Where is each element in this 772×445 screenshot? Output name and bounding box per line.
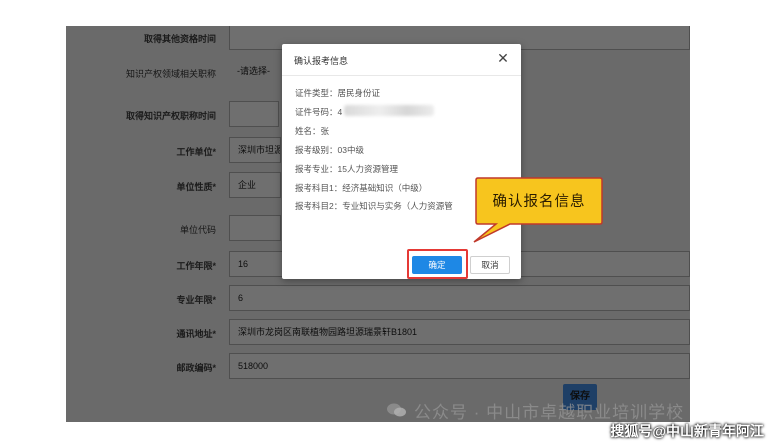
info-specialty: 报考专业：15人力资源管理 (295, 164, 398, 174)
form-label: 单位代码 (179, 225, 216, 235)
info-subject-1: 报考科目1：经济基础知识（中级） (295, 183, 428, 193)
ip-title-time-field[interactable] (229, 101, 279, 127)
screen: 取得其他资格时间 知识产权领域相关职称 -请选择- 取得知识产权职称时间 工作单… (0, 0, 772, 445)
corner-watermark: 搜狐号@中山新青年阿江 (610, 423, 764, 439)
form-label: 取得知识产权职称时间 (125, 111, 216, 121)
form-label: 单位性质* (176, 182, 216, 192)
info-level: 报考级别：03中级 (295, 145, 364, 155)
form-label: 工作单位* (176, 147, 216, 157)
confirm-button[interactable]: 确定 (412, 256, 462, 274)
watermark-text: 公众号 · 中山市卓越职业培训学校 (414, 403, 685, 422)
professional-years-field[interactable]: 6 (229, 285, 690, 311)
close-icon[interactable]: ✕ (495, 50, 511, 66)
info-subject-2: 报考科目2：专业知识与实务（人力资源管 (295, 201, 453, 211)
info-name: 姓名：张 (295, 126, 330, 136)
form-label: 工作年限* (176, 261, 216, 271)
callout-text: 确认报名信息 (492, 194, 586, 210)
postcode-field[interactable]: 518000 (229, 353, 690, 379)
wechat-icon (387, 403, 406, 417)
callout-bubble (473, 177, 603, 243)
employer-type-select[interactable]: 企业 (229, 172, 281, 198)
form-label: 取得其他资格时间 (143, 34, 216, 44)
redacted-id-number (344, 105, 434, 116)
form-label: 通讯地址* (176, 329, 216, 339)
ip-title-select[interactable]: -请选择- (229, 59, 279, 85)
org-code-field[interactable] (229, 215, 281, 241)
address-field[interactable]: 深圳市龙岗区南联植物园路坦源瑞景轩B1801 (229, 319, 690, 345)
info-id-type: 证件类型：居民身份证 (295, 88, 381, 98)
info-id-number: 证件号码：4 (295, 107, 343, 117)
form-label: 邮政编码* (176, 363, 216, 373)
employer-field[interactable]: 深圳市坦源 (229, 137, 281, 163)
form-label: 专业年限* (176, 295, 216, 305)
dialog-title: 确认报考信息 (294, 56, 349, 66)
cancel-button[interactable]: 取消 (470, 256, 510, 274)
form-label: 知识产权领域相关职称 (125, 69, 216, 79)
dialog-header: 确认报考信息 ✕ (282, 44, 521, 76)
